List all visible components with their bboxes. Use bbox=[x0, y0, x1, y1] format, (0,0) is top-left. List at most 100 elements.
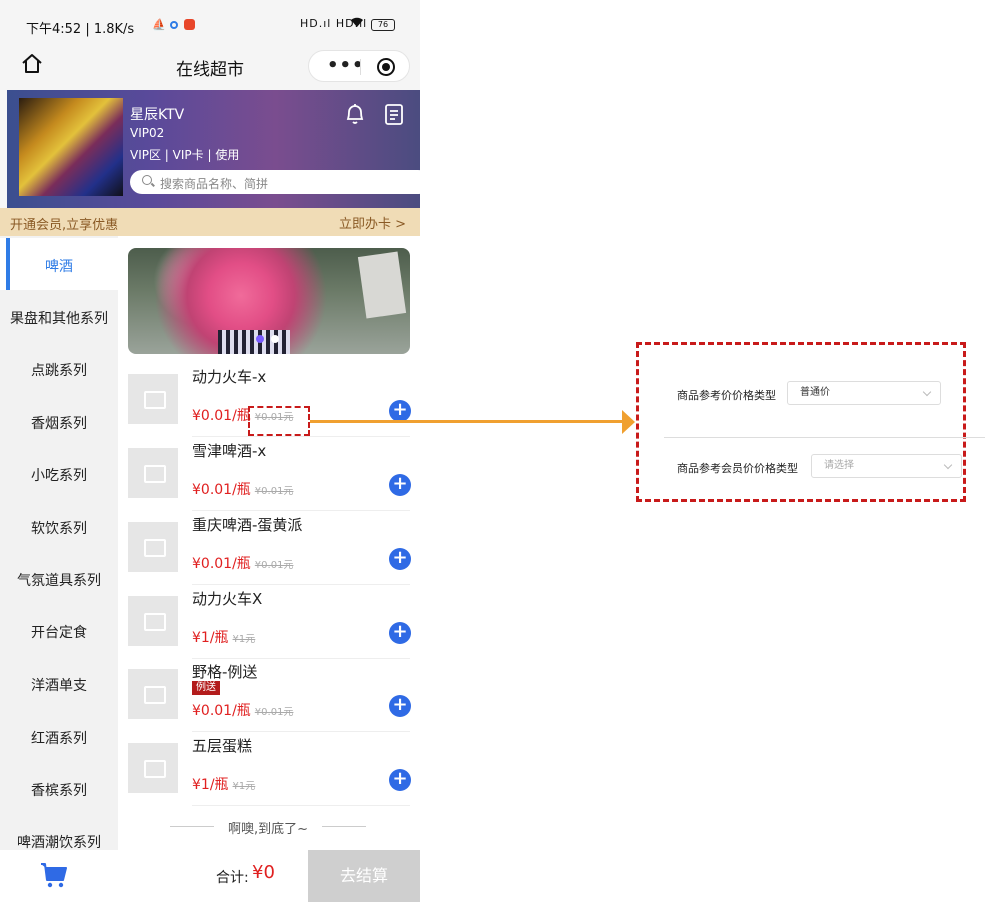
chevron-down-icon bbox=[922, 387, 932, 397]
carousel-dot-active[interactable] bbox=[256, 335, 264, 343]
sidebar-item-wine[interactable]: 红酒系列 bbox=[0, 710, 118, 762]
product-price: ¥1/瓶 ¥1元 bbox=[192, 774, 255, 794]
promo-tag: 例送 bbox=[192, 681, 220, 695]
add-to-cart-button[interactable]: + bbox=[389, 474, 411, 496]
ring-notify-icon bbox=[170, 21, 178, 29]
app-notify-icon: ⛵ bbox=[152, 18, 166, 31]
price-value: ¥1/瓶 bbox=[192, 777, 229, 793]
product-name: 动力火车-x bbox=[192, 368, 267, 386]
product-price: ¥0.01/瓶 ¥0.01元 bbox=[192, 479, 293, 499]
image-placeholder-icon bbox=[128, 522, 178, 572]
apply-card-link[interactable]: 立即办卡 > bbox=[339, 213, 406, 232]
total-value: ¥0 bbox=[252, 862, 275, 883]
sidebar-item-cigarettes[interactable]: 香烟系列 bbox=[0, 395, 118, 447]
member-price-type-label: 商品参考会员价价格类型 bbox=[677, 462, 798, 475]
sidebar-item-set-meal[interactable]: 开台定食 bbox=[0, 604, 118, 656]
checkout-button[interactable]: 去结算 bbox=[308, 850, 420, 902]
price-value: ¥1/瓶 bbox=[192, 630, 229, 646]
sidebar-item-champagne[interactable]: 香槟系列 bbox=[0, 762, 118, 814]
price-value: ¥0.01/瓶 bbox=[192, 703, 251, 719]
sidebar-item-label: 洋酒单支 bbox=[31, 678, 87, 694]
product-price: ¥0.01/瓶 ¥0.01元 bbox=[192, 553, 293, 573]
callout-arrow-head bbox=[622, 410, 635, 434]
sidebar-item-label: 小吃系列 bbox=[31, 468, 87, 484]
price-value: ¥0.01/瓶 bbox=[192, 482, 251, 498]
add-to-cart-button[interactable]: + bbox=[389, 769, 411, 791]
product-name: 五层蛋糕 bbox=[192, 737, 253, 755]
room-name: VIP02 bbox=[130, 126, 165, 140]
list-item[interactable]: 重庆啤酒-蛋黄派 ¥0.01/瓶 ¥0.01元 + bbox=[128, 512, 411, 585]
capsule-divider bbox=[360, 59, 361, 75]
shop-header: 星辰KTV VIP02 VIP区 | VIP卡 | 使用 搜索商品名称、简拼 bbox=[7, 90, 420, 208]
list-item[interactable]: 五层蛋糕 ¥1/瓶 ¥1元 + bbox=[128, 733, 411, 806]
original-price: ¥0.01元 bbox=[254, 707, 294, 718]
price-type-select[interactable]: 普通价 bbox=[787, 381, 941, 405]
status-time: 下午4:52 | 1.8K/s bbox=[26, 22, 135, 37]
divider bbox=[192, 805, 410, 806]
member-price-type-placeholder: 请选择 bbox=[824, 460, 854, 471]
sidebar-item-liquor[interactable]: 洋酒单支 bbox=[0, 657, 118, 709]
sidebar-item-dance[interactable]: 点跳系列 bbox=[0, 342, 118, 394]
list-item[interactable]: 动力火车X ¥1/瓶 ¥1元 + bbox=[128, 586, 411, 659]
original-price: ¥0.01元 bbox=[254, 486, 294, 497]
more-icon[interactable]: ••• bbox=[327, 55, 365, 76]
sidebar-item-label: 点跳系列 bbox=[31, 363, 87, 379]
sidebar-item-label: 啤酒潮饮系列 bbox=[17, 835, 101, 851]
sidebar-item-label: 开台定食 bbox=[31, 625, 87, 641]
phone-screen: 下午4:52 | 1.8K/s ⛵ HD.ıl HD.ıl 76 在线超市 ••… bbox=[0, 0, 420, 908]
add-to-cart-button[interactable]: + bbox=[389, 400, 411, 422]
product-name: 雪津啤酒-x bbox=[192, 442, 267, 460]
image-placeholder-icon bbox=[128, 669, 178, 719]
sidebar-item-fruit[interactable]: 果盘和其他系列 bbox=[0, 290, 118, 342]
sidebar-item-soft-drinks[interactable]: 软饮系列 bbox=[0, 500, 118, 552]
divider bbox=[192, 731, 410, 732]
original-price: ¥0.01元 bbox=[254, 560, 294, 571]
member-price-type-select[interactable]: 请选择 bbox=[811, 454, 962, 478]
battery-icon: 76 bbox=[371, 19, 395, 31]
list-item[interactable]: 雪津啤酒-x ¥0.01/瓶 ¥0.01元 + bbox=[128, 438, 411, 511]
image-placeholder-icon bbox=[128, 596, 178, 646]
cart-icon[interactable] bbox=[40, 862, 68, 888]
status-bar: 下午4:52 | 1.8K/s ⛵ HD.ıl HD.ıl 76 bbox=[0, 0, 420, 40]
price-value: ¥0.01/瓶 bbox=[192, 556, 251, 572]
divider bbox=[192, 510, 410, 511]
list-item[interactable]: 野格-例送 例送 ¥0.01/瓶 ¥0.01元 + bbox=[128, 659, 411, 732]
sidebar-item-label: 果盘和其他系列 bbox=[10, 311, 108, 327]
add-to-cart-button[interactable]: + bbox=[389, 622, 411, 644]
category-sidebar: 啤酒 果盘和其他系列 点跳系列 香烟系列 小吃系列 软饮系列 气氛道具系列 开台… bbox=[0, 236, 118, 851]
original-price: ¥1元 bbox=[232, 781, 256, 792]
price-type-label: 商品参考价价格类型 bbox=[677, 389, 776, 402]
product-name: 重庆啤酒-蛋黄派 bbox=[192, 516, 303, 534]
sidebar-item-label: 软饮系列 bbox=[31, 521, 87, 537]
chevron-down-icon bbox=[943, 460, 953, 470]
banner-photo-card bbox=[357, 251, 407, 319]
mini-program-capsule: ••• bbox=[308, 50, 410, 82]
divider bbox=[192, 584, 410, 585]
price-type-value: 普通价 bbox=[800, 387, 830, 398]
carousel-dot[interactable] bbox=[271, 335, 279, 343]
search-input[interactable]: 搜索商品名称、简拼 bbox=[130, 170, 420, 194]
order-list-icon[interactable] bbox=[383, 102, 405, 126]
bell-icon[interactable] bbox=[344, 102, 366, 126]
sidebar-item-party-props[interactable]: 气氛道具系列 bbox=[0, 552, 118, 604]
image-placeholder-icon bbox=[128, 743, 178, 793]
sidebar-item-label: 啤酒 bbox=[45, 259, 73, 275]
close-target-icon[interactable] bbox=[377, 58, 395, 76]
add-to-cart-button[interactable]: + bbox=[389, 548, 411, 570]
sidebar-item-label: 红酒系列 bbox=[31, 731, 87, 747]
membership-text: 开通会员,立享优惠 bbox=[10, 218, 119, 233]
membership-banner[interactable]: 开通会员,立享优惠 立即办卡 > bbox=[0, 208, 420, 236]
add-to-cart-button[interactable]: + bbox=[389, 695, 411, 717]
panel-divider bbox=[664, 437, 985, 438]
sidebar-item-label: 香烟系列 bbox=[31, 416, 87, 432]
nav-bar: 在线超市 ••• bbox=[0, 40, 420, 90]
wifi-icon bbox=[349, 15, 365, 32]
highlight-original-price bbox=[248, 406, 310, 436]
search-icon bbox=[142, 175, 152, 185]
sidebar-item-beer[interactable]: 啤酒 bbox=[0, 238, 118, 290]
product-name: 野格-例送 bbox=[192, 663, 258, 681]
callout-detail-box bbox=[636, 342, 966, 502]
promo-banner[interactable] bbox=[128, 248, 410, 354]
banner-flower-pot bbox=[218, 330, 290, 354]
sidebar-item-snacks[interactable]: 小吃系列 bbox=[0, 447, 118, 499]
